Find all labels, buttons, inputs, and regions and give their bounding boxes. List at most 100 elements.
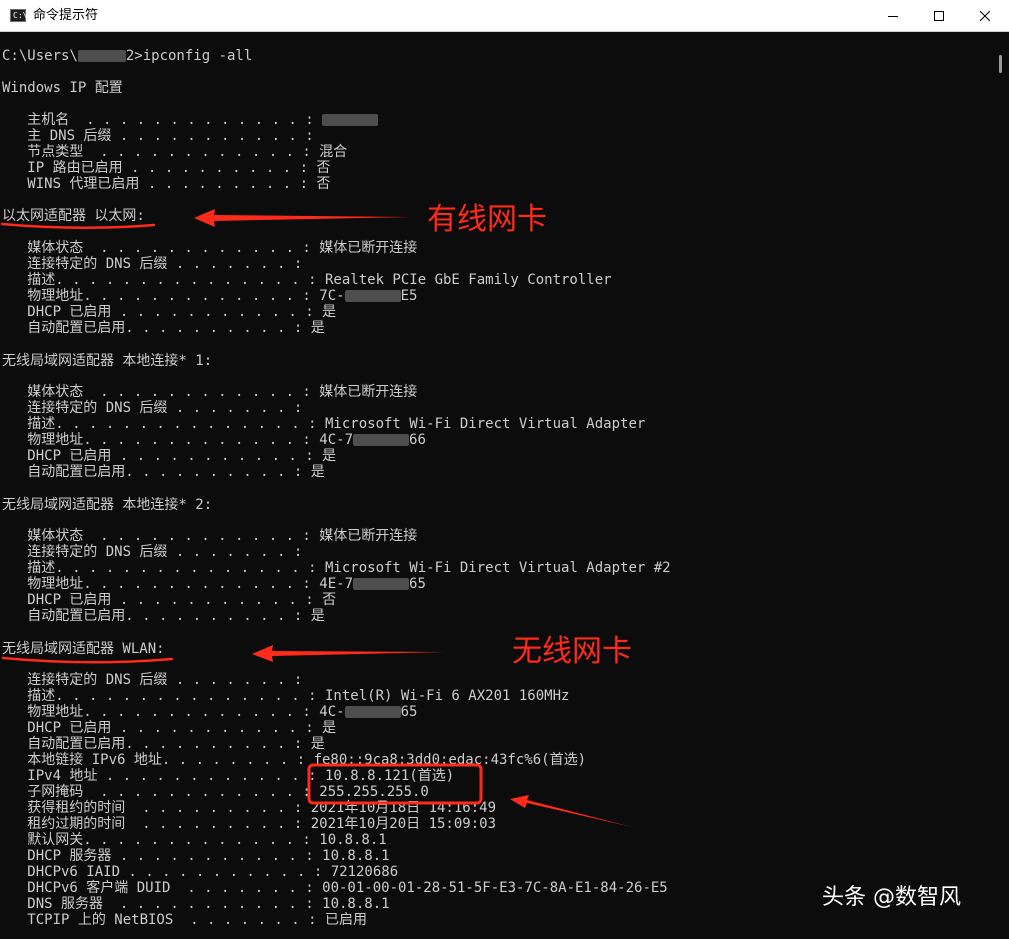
terminal-line-text: 自动配置已启用. . . . . . . . . . : 是 <box>2 464 325 480</box>
terminal-line: Windows IP 配置 <box>2 80 123 96</box>
terminal-line-text: TCPIP 上的 NetBIOS . . . . . . . : 已启用 <box>2 912 368 928</box>
redacted-value <box>344 290 401 302</box>
terminal-line-text: DHCP 已启用 . . . . . . . . . . . : 是 <box>2 720 337 736</box>
terminal-line-text: 本地链接 IPv6 地址. . . . . . . . : fe80::9ca8… <box>2 752 587 768</box>
redacted-value <box>344 706 401 718</box>
minimize-button[interactable] <box>870 0 916 31</box>
terminal-line-text: 无线局域网适配器 本地连接* 1: <box>2 353 213 369</box>
terminal-line-text: 自动配置已启用. . . . . . . . . . : 是 <box>2 736 325 752</box>
terminal-line: WINS 代理已启用 . . . . . . . . . : 否 <box>2 176 330 192</box>
terminal-line-text: DHCPv6 客户端 DUID . . . . . . . : 00-01-00… <box>2 880 668 896</box>
terminal-line-text: 媒体状态 . . . . . . . . . . . . : 媒体已断开连接 <box>2 384 418 400</box>
terminal-line-text: 以太网适配器 以太网: <box>2 208 145 224</box>
terminal-line-text: 主 DNS 后缀 . . . . . . . . . . . : <box>2 128 314 144</box>
terminal-line: 以太网适配器 以太网: <box>2 208 145 224</box>
terminal-line-text: DHCP 已启用 . . . . . . . . . . . : 是 <box>2 448 337 464</box>
terminal-line: IP 路由已启用 . . . . . . . . . . : 否 <box>2 160 330 176</box>
scrollbar-thumb[interactable] <box>999 55 1002 73</box>
terminal-line: DHCPv6 客户端 DUID . . . . . . . : 00-01-00… <box>2 880 668 896</box>
redacted-value <box>322 114 379 126</box>
terminal-line: 媒体状态 . . . . . . . . . . . . : 媒体已断开连接 <box>2 528 417 544</box>
redacted-value <box>353 578 410 590</box>
terminal-line: 节点类型 . . . . . . . . . . . . : 混合 <box>2 144 347 160</box>
terminal-line: 获得租约的时间 . . . . . . . . . : 2021年10月18日 … <box>2 800 496 816</box>
terminal-line: 媒体状态 . . . . . . . . . . . . : 媒体已断开连接 <box>2 240 417 256</box>
terminal-output[interactable]: C:\Users\ 2>ipconfig -all Windows IP 配置 主机… <box>0 32 995 939</box>
terminal-line-text: 物理地址. . . . . . . . . . . . . : 4E-7 <box>2 576 354 592</box>
terminal-line: 子网掩码 . . . . . . . . . . . . : 255.255.2… <box>2 784 429 800</box>
terminal-line: IPv4 地址 . . . . . . . . . . . . : 10.8.8… <box>2 768 454 784</box>
terminal-line: 描述. . . . . . . . . . . . . . . : Micros… <box>2 416 645 432</box>
terminal-line: 自动配置已启用. . . . . . . . . . : 是 <box>2 736 325 752</box>
terminal-line-text: 描述. . . . . . . . . . . . . . . : Realte… <box>2 272 612 288</box>
title-bar[interactable]: C:\ 命令提示符 <box>0 0 1009 32</box>
terminal-line: TCPIP 上的 NetBIOS . . . . . . . : 已启用 <box>2 912 367 928</box>
terminal-line: DHCP 已启用 . . . . . . . . . . . : 否 <box>2 592 336 608</box>
terminal-line-text: 子网掩码 . . . . . . . . . . . . : 255.255.2… <box>2 784 429 800</box>
terminal-line: DHCP 已启用 . . . . . . . . . . . : 是 <box>2 304 336 320</box>
terminal-line: 物理地址. . . . . . . . . . . . . : 4C- 65 <box>2 704 417 720</box>
terminal-line: DHCP 已启用 . . . . . . . . . . . : 是 <box>2 720 336 736</box>
terminal-line: 主机名 . . . . . . . . . . . . . : <box>2 112 379 128</box>
terminal-line-text: 连接特定的 DNS 后缀 . . . . . . . : <box>2 672 303 688</box>
prompt-path: C:\Users\ <box>2 48 78 64</box>
terminal-line-text: DNS 服务器 . . . . . . . . . . . : 10.8.8.1 <box>2 896 390 912</box>
terminal-line: DHCP 已启用 . . . . . . . . . . . : 是 <box>2 448 336 464</box>
redacted-value <box>353 434 410 446</box>
terminal-line: 物理地址. . . . . . . . . . . . . : 4C-7 66 <box>2 432 426 448</box>
terminal-line: 连接特定的 DNS 后缀 . . . . . . . : <box>2 256 302 272</box>
close-button[interactable] <box>962 0 1008 31</box>
terminal-line: 主 DNS 后缀 . . . . . . . . . . . : <box>2 128 314 144</box>
close-icon <box>980 10 990 21</box>
watermark: 头条 @数智风 <box>822 885 961 910</box>
terminal-line-text: 无线局域网适配器 本地连接* 2: <box>2 497 213 513</box>
terminal-line: 租约过期的时间 . . . . . . . . . : 2021年10月20日 … <box>2 816 496 832</box>
terminal-line-text: 获得租约的时间 . . . . . . . . . : 2021年10月18日 … <box>2 800 497 816</box>
minimize-icon <box>888 15 898 17</box>
mac-suffix: E5 <box>400 288 418 304</box>
terminal-line-text: 物理地址. . . . . . . . . . . . . : 4C- <box>2 704 345 720</box>
terminal-line: 描述. . . . . . . . . . . . . . . : Realte… <box>2 272 612 288</box>
terminal-line: 物理地址. . . . . . . . . . . . . : 4E-7 65 <box>2 576 426 592</box>
terminal-line-text: 主机名 . . . . . . . . . . . . . : <box>2 112 323 128</box>
window-title: 命令提示符 <box>33 8 99 23</box>
terminal-line-text: 描述. . . . . . . . . . . . . . . : Intel(… <box>2 688 570 704</box>
terminal-line: 自动配置已启用. . . . . . . . . . : 是 <box>2 608 324 624</box>
terminal-line: 无线局域网适配器 本地连接* 1: <box>2 353 212 369</box>
terminal-line: 连接特定的 DNS 后缀 . . . . . . . : <box>2 544 302 560</box>
scrollbar[interactable] <box>995 32 1009 939</box>
terminal-line-text: 描述. . . . . . . . . . . . . . . : Micros… <box>2 416 646 432</box>
cmd-icon-label: C:\ <box>13 11 28 20</box>
terminal-line-text: 描述. . . . . . . . . . . . . . . : Micros… <box>2 560 671 576</box>
maximize-icon <box>934 10 944 21</box>
terminal-line-text: 连接特定的 DNS 后缀 . . . . . . . : <box>2 400 303 416</box>
terminal-line-text: Windows IP 配置 <box>2 80 123 96</box>
cmd-icon: C:\ <box>10 9 28 22</box>
terminal-line: 默认网关. . . . . . . . . . . . . : 10.8.8.1 <box>2 832 387 848</box>
terminal-line-text: 媒体状态 . . . . . . . . . . . . : 媒体已断开连接 <box>2 528 418 544</box>
terminal-line: 本地链接 IPv6 地址. . . . . . . . : fe80::9ca8… <box>2 752 586 768</box>
terminal-line-text: DHCP 服务器 . . . . . . . . . . . : 10.8.8.… <box>2 848 390 864</box>
terminal-line-text: 默认网关. . . . . . . . . . . . . : 10.8.8.1 <box>2 832 387 848</box>
terminal-line: DNS 服务器 . . . . . . . . . . . : 10.8.8.1 <box>2 896 390 912</box>
terminal-line: 无线局域网适配器 WLAN: <box>2 641 165 657</box>
terminal-line: 描述. . . . . . . . . . . . . . . : Intel(… <box>2 688 569 704</box>
terminal-line: DHCPv6 IAID . . . . . . . . . . . : 7212… <box>2 864 398 880</box>
wired-annotation-label: 有线网卡 <box>427 202 547 237</box>
terminal-line-text: IP 路由已启用 . . . . . . . . . . : 否 <box>2 160 331 176</box>
terminal-line: DHCP 服务器 . . . . . . . . . . . : 10.8.8.… <box>2 848 390 864</box>
terminal-line-text: 自动配置已启用. . . . . . . . . . : 是 <box>2 320 325 336</box>
terminal-line: 自动配置已启用. . . . . . . . . . : 是 <box>2 320 325 336</box>
terminal-line: 描述. . . . . . . . . . . . . . . : Micros… <box>2 560 671 576</box>
terminal-line: 自动配置已启用. . . . . . . . . . : 是 <box>2 464 325 480</box>
mac-suffix: 65 <box>400 704 418 720</box>
terminal-line-text: IPv4 地址 . . . . . . . . . . . . : 10.8.8… <box>2 768 455 784</box>
terminal-line-text: WINS 代理已启用 . . . . . . . . . : 否 <box>2 176 331 192</box>
command-prompt-line: C:\Users\ 2>ipconfig -all <box>2 48 252 64</box>
maximize-button[interactable] <box>916 0 962 31</box>
terminal-line-text: 连接特定的 DNS 后缀 . . . . . . . : <box>2 256 303 272</box>
terminal-line: 物理地址. . . . . . . . . . . . . : 7C- E5 <box>2 288 417 304</box>
terminal-line-text: 无线局域网适配器 WLAN: <box>2 641 165 657</box>
wireless-annotation-label: 无线网卡 <box>512 634 632 669</box>
redacted-value <box>77 50 126 62</box>
